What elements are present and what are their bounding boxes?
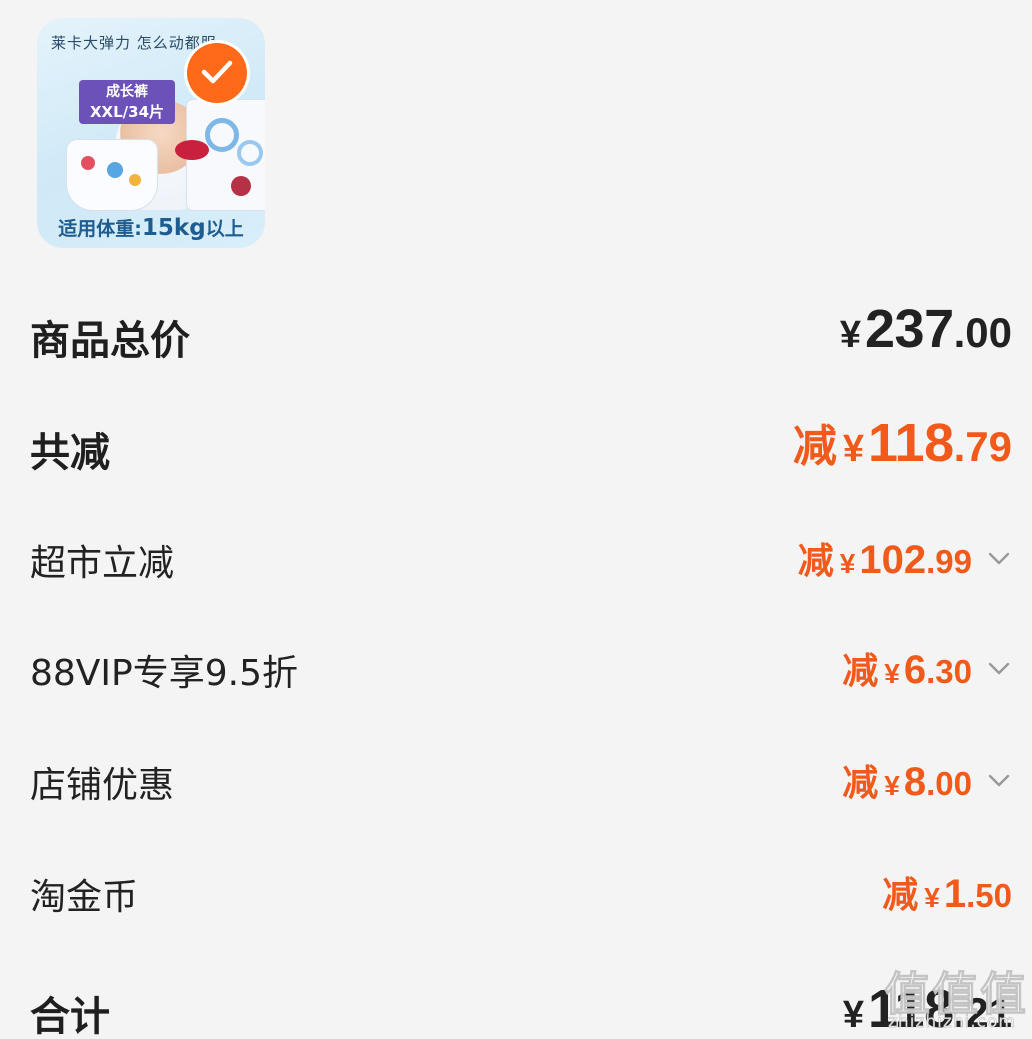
chevron-down-icon[interactable] xyxy=(988,774,1010,788)
discount-amount: 减 ¥8.00 xyxy=(842,760,972,804)
grand-total-label: 合计 xyxy=(30,994,110,1039)
discount-amount: 减 ¥6.30 xyxy=(842,648,972,692)
order-summary-page: 莱卡大弹力 怎么动都服 成长裤 XXL/34片 适用体重:15kg以上 商品总价… xyxy=(0,0,1032,1039)
discount-row-store[interactable]: 店铺优惠 减 ¥8.00 xyxy=(0,752,1032,812)
product-spec-tag: 成长裤 XXL/34片 xyxy=(79,80,175,124)
chevron-down-icon[interactable] xyxy=(988,552,1010,566)
product-type: 成长裤 xyxy=(106,84,148,100)
watermark: 值 值 值 zhizhizhi.com xyxy=(884,958,1032,1036)
diaper-package-image xyxy=(175,100,265,210)
weight-value: 15kg xyxy=(141,215,206,241)
product-slogan: 莱卡大弹力 怎么动都服 xyxy=(51,34,217,52)
total-discount-amount: 减 ¥118.79 xyxy=(792,413,1012,473)
discount-row-88vip[interactable]: 88VIP专享9.5折 减 ¥6.30 xyxy=(0,640,1032,700)
discount-label: 88VIP专享9.5折 xyxy=(30,653,299,694)
product-weight-note: 适用体重:15kg以上 xyxy=(37,214,265,241)
watermark-text: zhizhizhi.com xyxy=(888,1012,1016,1033)
discount-row-supermarket[interactable]: 超市立减 减 ¥102.99 xyxy=(0,530,1032,590)
selected-check-icon[interactable] xyxy=(187,43,247,103)
product-size: XXL/34片 xyxy=(89,103,165,121)
weight-prefix: 适用体重: xyxy=(58,218,142,240)
chevron-down-icon[interactable] xyxy=(988,662,1010,676)
total-discount-row: 共减 减 ¥118.79 xyxy=(0,412,1032,482)
diaper-image xyxy=(67,140,157,210)
discount-amount: 减 ¥1.50 xyxy=(882,872,1012,916)
total-price-row: 商品总价 ¥237.00 xyxy=(0,299,1032,370)
discount-label: 店铺优惠 xyxy=(30,765,175,806)
brand-logo xyxy=(175,140,209,160)
total-discount-label: 共减 xyxy=(30,430,110,476)
total-price-amount: ¥237.00 xyxy=(839,299,1012,359)
discount-label: 超市立减 xyxy=(30,543,175,584)
discount-row-taojinbi: 淘金币 减 ¥1.50 xyxy=(0,864,1032,924)
weight-suffix: 以上 xyxy=(205,218,244,240)
grand-total-row: 合计 ¥118.21 xyxy=(0,974,1032,1039)
discount-label: 淘金币 xyxy=(30,877,139,918)
discount-amount: 减 ¥102.99 xyxy=(797,538,972,582)
total-price-label: 商品总价 xyxy=(30,318,190,364)
